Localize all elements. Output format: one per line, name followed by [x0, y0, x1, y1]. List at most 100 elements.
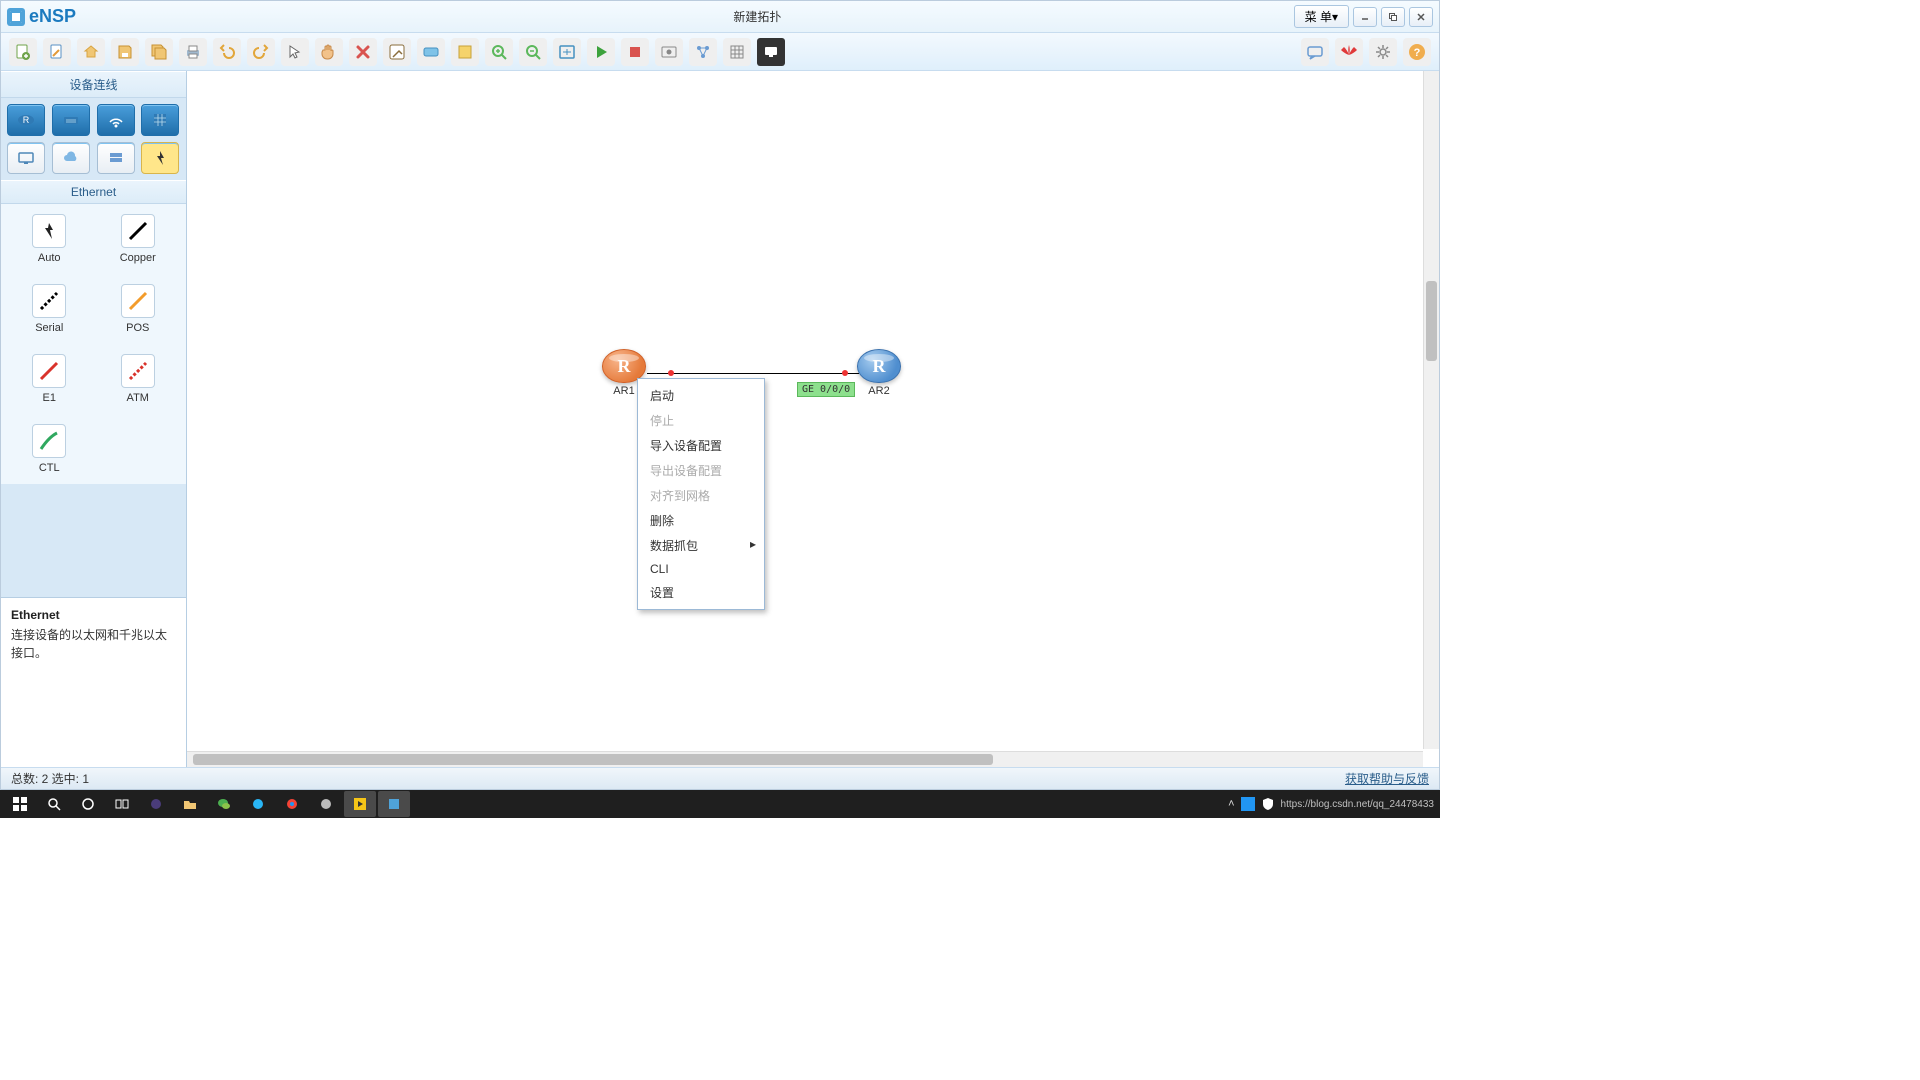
- connection-atm[interactable]: ATM: [104, 354, 173, 404]
- link-line[interactable]: [647, 373, 859, 374]
- taskview-button[interactable]: [106, 791, 138, 817]
- topology-button[interactable]: [689, 38, 717, 66]
- minimize-button[interactable]: [1353, 7, 1377, 27]
- scrollbar-thumb[interactable]: [193, 754, 993, 765]
- save-all-button[interactable]: [145, 38, 173, 66]
- start-button[interactable]: [4, 791, 36, 817]
- feedback-link[interactable]: 获取帮助与反馈: [1345, 770, 1429, 787]
- horizontal-scrollbar[interactable]: [187, 751, 1423, 767]
- note-tool[interactable]: [451, 38, 479, 66]
- display-mode-button[interactable]: [757, 38, 785, 66]
- save-button[interactable]: [111, 38, 139, 66]
- undo-button[interactable]: [213, 38, 241, 66]
- svg-text:R: R: [23, 115, 30, 125]
- connection-serial[interactable]: Serial: [15, 284, 84, 334]
- cloud-category[interactable]: [52, 142, 90, 174]
- taskbar-app-generic[interactable]: [310, 791, 342, 817]
- connection-category[interactable]: [141, 142, 179, 174]
- connection-label: Auto: [38, 252, 61, 264]
- ctx-对齐到网格: 对齐到网格: [638, 483, 764, 508]
- switch-category[interactable]: [52, 104, 90, 136]
- ctx-停止: 停止: [638, 408, 764, 433]
- home-button[interactable]: [77, 38, 105, 66]
- router-ar2[interactable]: RAR2: [857, 349, 901, 397]
- ctx-导入设备配置[interactable]: 导入设备配置: [638, 433, 764, 458]
- redo-button[interactable]: [247, 38, 275, 66]
- delete-tool[interactable]: [349, 38, 377, 66]
- cortana-button[interactable]: [72, 791, 104, 817]
- ctx-CLI[interactable]: CLI: [638, 558, 764, 580]
- start-all-button[interactable]: [587, 38, 615, 66]
- taskbar-app-ensp[interactable]: [378, 791, 410, 817]
- tray-time-overlay: https://blog.csdn.net/qq_24478433: [1281, 799, 1434, 810]
- ctx-删除[interactable]: 删除: [638, 508, 764, 533]
- pointer-tool[interactable]: [281, 38, 309, 66]
- pc-category[interactable]: [7, 142, 45, 174]
- stop-all-button[interactable]: [621, 38, 649, 66]
- search-button[interactable]: [38, 791, 70, 817]
- taskbar-app-explorer[interactable]: [174, 791, 206, 817]
- connection-label: CTL: [39, 462, 60, 474]
- ctx-导出设备配置: 导出设备配置: [638, 458, 764, 483]
- connection-auto[interactable]: Auto: [15, 214, 84, 264]
- connection-pos[interactable]: POS: [104, 284, 173, 334]
- menu-dropdown-button[interactable]: 菜 单▾: [1294, 5, 1349, 28]
- connection-copper[interactable]: Copper: [104, 214, 173, 264]
- connection-icon: [121, 284, 155, 318]
- ctx-启动[interactable]: 启动: [638, 383, 764, 408]
- settings-button[interactable]: [1369, 38, 1397, 66]
- connection-grid: Auto Copper Serial POS E1 ATM CTL: [1, 204, 186, 484]
- title-buttons: 菜 单▾: [1294, 5, 1439, 28]
- connection-icon: [32, 214, 66, 248]
- text-tool[interactable]: [417, 38, 445, 66]
- grid-button[interactable]: [723, 38, 751, 66]
- properties-button[interactable]: [383, 38, 411, 66]
- connection-icon: [32, 424, 66, 458]
- fit-view-button[interactable]: [553, 38, 581, 66]
- firewall-category[interactable]: [141, 104, 179, 136]
- help-button[interactable]: ?: [1403, 38, 1431, 66]
- connection-icon: [32, 284, 66, 318]
- vertical-scrollbar[interactable]: [1423, 71, 1439, 749]
- wlan-category[interactable]: [97, 104, 135, 136]
- canvas[interactable]: GE 0/0/0 RAR1RAR2 启动停止导入设备配置导出设备配置对齐到网格删…: [187, 71, 1439, 767]
- devices-title: 设备连线: [1, 71, 186, 98]
- zoom-out-button[interactable]: [519, 38, 547, 66]
- new-file-button[interactable]: [9, 38, 37, 66]
- taskbar-app-wechat[interactable]: [208, 791, 240, 817]
- ctx-数据抓包[interactable]: 数据抓包: [638, 533, 764, 558]
- zoom-in-button[interactable]: [485, 38, 513, 66]
- ctx-设置[interactable]: 设置: [638, 580, 764, 605]
- capture-button[interactable]: [655, 38, 683, 66]
- taskbar-app-chrome[interactable]: [276, 791, 308, 817]
- maximize-button[interactable]: [1381, 7, 1405, 27]
- toolbar-left-group: [9, 38, 785, 66]
- link-endpoint-left[interactable]: [668, 370, 674, 376]
- logo-icon: [7, 8, 25, 26]
- close-button[interactable]: [1409, 7, 1433, 27]
- huawei-logo-button[interactable]: [1335, 38, 1363, 66]
- logo: eNSP: [1, 6, 221, 27]
- toolbar: ?: [1, 33, 1439, 71]
- tray-defender-icon[interactable]: [1261, 797, 1275, 811]
- message-button[interactable]: [1301, 38, 1329, 66]
- connection-icon: [32, 354, 66, 388]
- info-panel: Ethernet 连接设备的以太网和千兆以太接口。: [1, 597, 186, 767]
- link-label[interactable]: GE 0/0/0: [797, 382, 855, 397]
- scrollbar-thumb[interactable]: [1426, 281, 1437, 361]
- tray-chevron-up-icon[interactable]: ˄: [1228, 798, 1234, 810]
- taskbar-app-potplayer[interactable]: [344, 791, 376, 817]
- body: 设备连线 R Ethernet AutoCopperSerialPOSE1ATM…: [1, 71, 1439, 767]
- connection-e1[interactable]: E1: [15, 354, 84, 404]
- status-bar: 总数: 2 选中: 1 获取帮助与反馈: [1, 767, 1439, 789]
- print-button[interactable]: [179, 38, 207, 66]
- link-endpoint-right[interactable]: [842, 370, 848, 376]
- router-category[interactable]: R: [7, 104, 45, 136]
- taskbar-app-eclipse[interactable]: [140, 791, 172, 817]
- taskbar-app-browser[interactable]: [242, 791, 274, 817]
- tray-security-icon[interactable]: [1241, 797, 1255, 811]
- connection-ctl[interactable]: CTL: [15, 424, 84, 474]
- pan-tool[interactable]: [315, 38, 343, 66]
- server-category[interactable]: [97, 142, 135, 174]
- open-file-button[interactable]: [43, 38, 71, 66]
